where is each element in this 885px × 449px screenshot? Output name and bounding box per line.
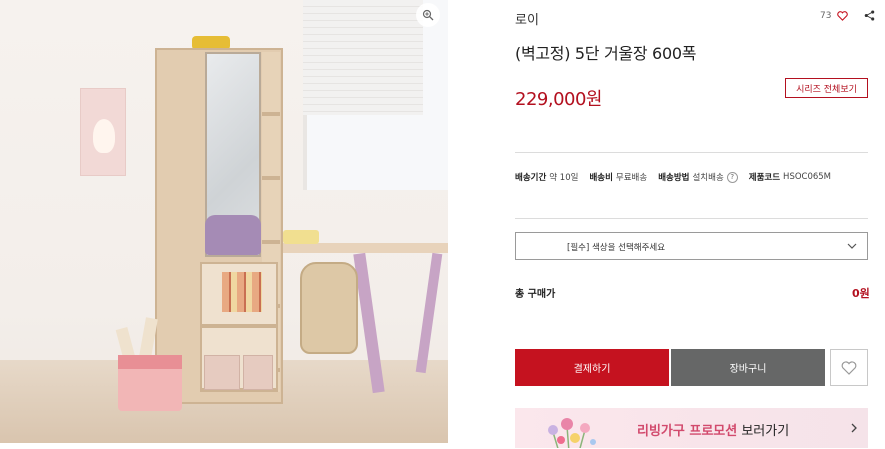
product-title: (벽고정) 5단 거울장 600폭 xyxy=(515,44,697,63)
books xyxy=(222,272,262,312)
flowers-icon xyxy=(548,418,596,448)
info-value: 설치배송 xyxy=(692,173,724,183)
promotion-rest: 보러가기 xyxy=(737,424,790,439)
promotion-banner[interactable]: 리빙가구 프로모션 보러가기 xyxy=(515,408,868,448)
chevron-down-icon xyxy=(847,243,857,249)
storage-box xyxy=(243,355,273,390)
wishlist-button[interactable] xyxy=(830,349,868,386)
like-count: 73 xyxy=(820,10,832,21)
desk-top xyxy=(283,243,448,253)
divider xyxy=(515,152,868,153)
info-value: 무료배송 xyxy=(615,173,648,183)
promotion-highlight: 리빙가구 프로모션 xyxy=(637,424,738,439)
info-key: 배송비 xyxy=(589,173,613,183)
zoom-in-icon[interactable] xyxy=(416,3,440,27)
brand-name[interactable]: 로이 xyxy=(515,9,539,28)
heart-icon[interactable] xyxy=(837,10,849,21)
info-shipping-method: 배송방법 설치배송 ? xyxy=(658,171,738,183)
help-icon[interactable]: ? xyxy=(726,171,738,183)
info-delivery-period: 배송기간 약 10일 xyxy=(515,171,578,183)
basket-band xyxy=(118,355,182,369)
info-value: 약 10일 xyxy=(549,173,579,183)
chair-reflection xyxy=(205,215,261,255)
total-label: 총 구매가 xyxy=(515,289,556,300)
promotion-text: 리빙가구 프로모션 보러가기 xyxy=(637,420,789,439)
info-key: 제품코드 xyxy=(748,173,781,183)
backpack xyxy=(300,262,358,354)
chevron-right-icon xyxy=(851,423,857,433)
series-view-all-button[interactable]: 시리즈 전체보기 xyxy=(785,78,868,98)
heart-icon xyxy=(841,360,857,375)
info-value: HSOC065M xyxy=(783,172,832,182)
storage-box xyxy=(204,355,240,390)
window-blind xyxy=(303,0,423,115)
divider xyxy=(515,218,868,219)
desk-leg xyxy=(415,252,443,374)
desk-basket xyxy=(283,230,319,244)
shipping-info: 배송기간 약 10일 배송비 무료배송 배송방법 설치배송 ? 제품코드 HSO… xyxy=(515,171,842,183)
wall-poster xyxy=(80,88,126,176)
product-price: 229,000원 xyxy=(515,89,603,110)
color-option-select[interactable]: [필수] 색상을 선택해주세요 xyxy=(515,232,868,260)
total-value: 0원 xyxy=(852,287,870,300)
info-shipping-fee: 배송비 무료배송 xyxy=(589,171,647,183)
product-image[interactable] xyxy=(0,0,448,443)
bunny-illustration xyxy=(93,119,115,153)
buy-button[interactable]: 결제하기 xyxy=(515,349,669,386)
cart-button[interactable]: 장바구니 xyxy=(671,349,825,386)
share-icon[interactable] xyxy=(864,10,875,21)
info-key: 배송방법 xyxy=(658,173,690,183)
top-actions: 73 xyxy=(820,10,875,21)
info-product-code: 제품코드 HSOC065M xyxy=(749,171,831,183)
info-key: 배송기간 xyxy=(515,173,547,183)
select-value: [필수] 색상을 선택해주세요 xyxy=(567,243,666,253)
